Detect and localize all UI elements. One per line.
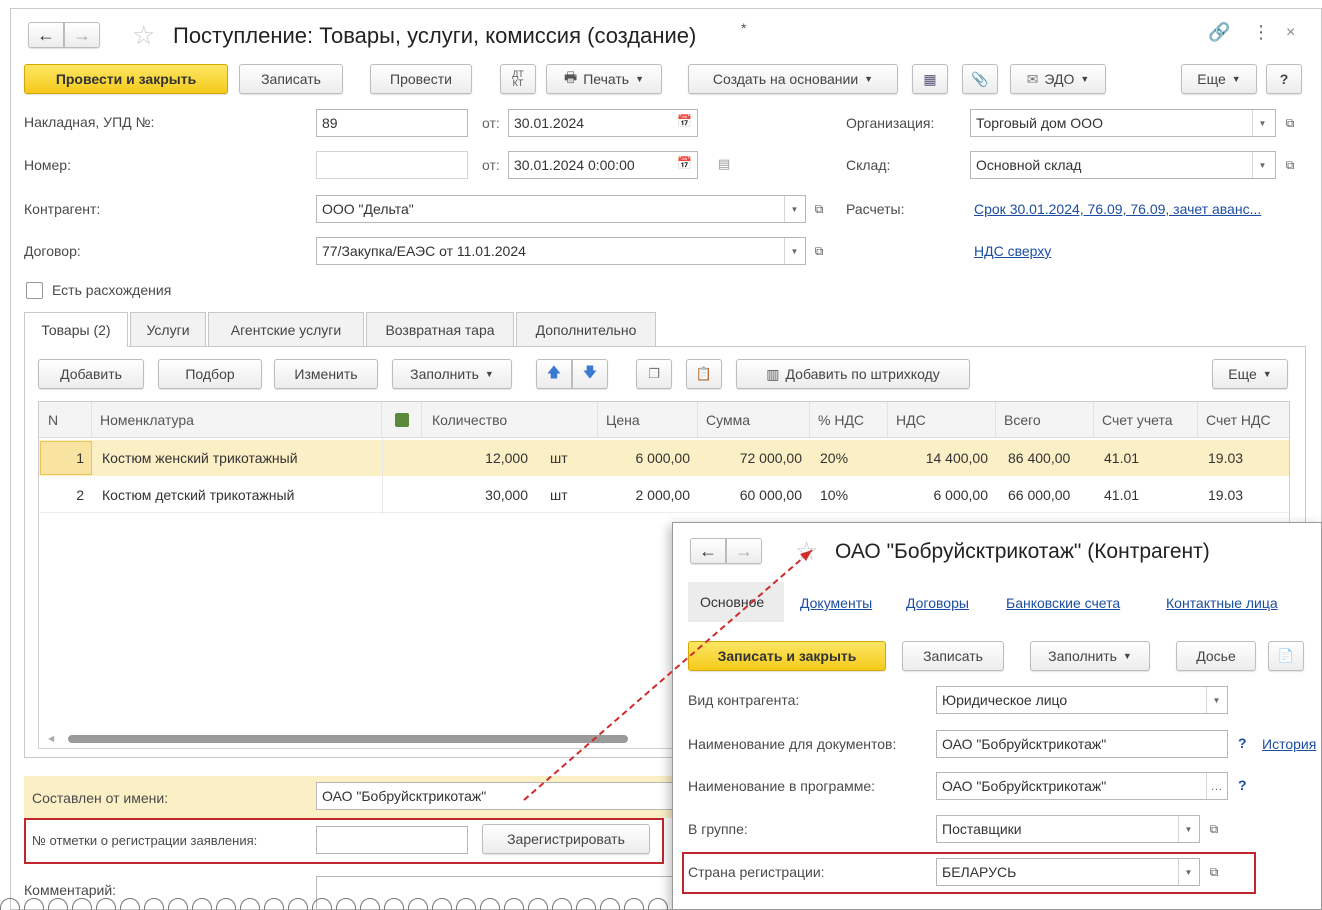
connector-arrow: [523, 549, 813, 801]
